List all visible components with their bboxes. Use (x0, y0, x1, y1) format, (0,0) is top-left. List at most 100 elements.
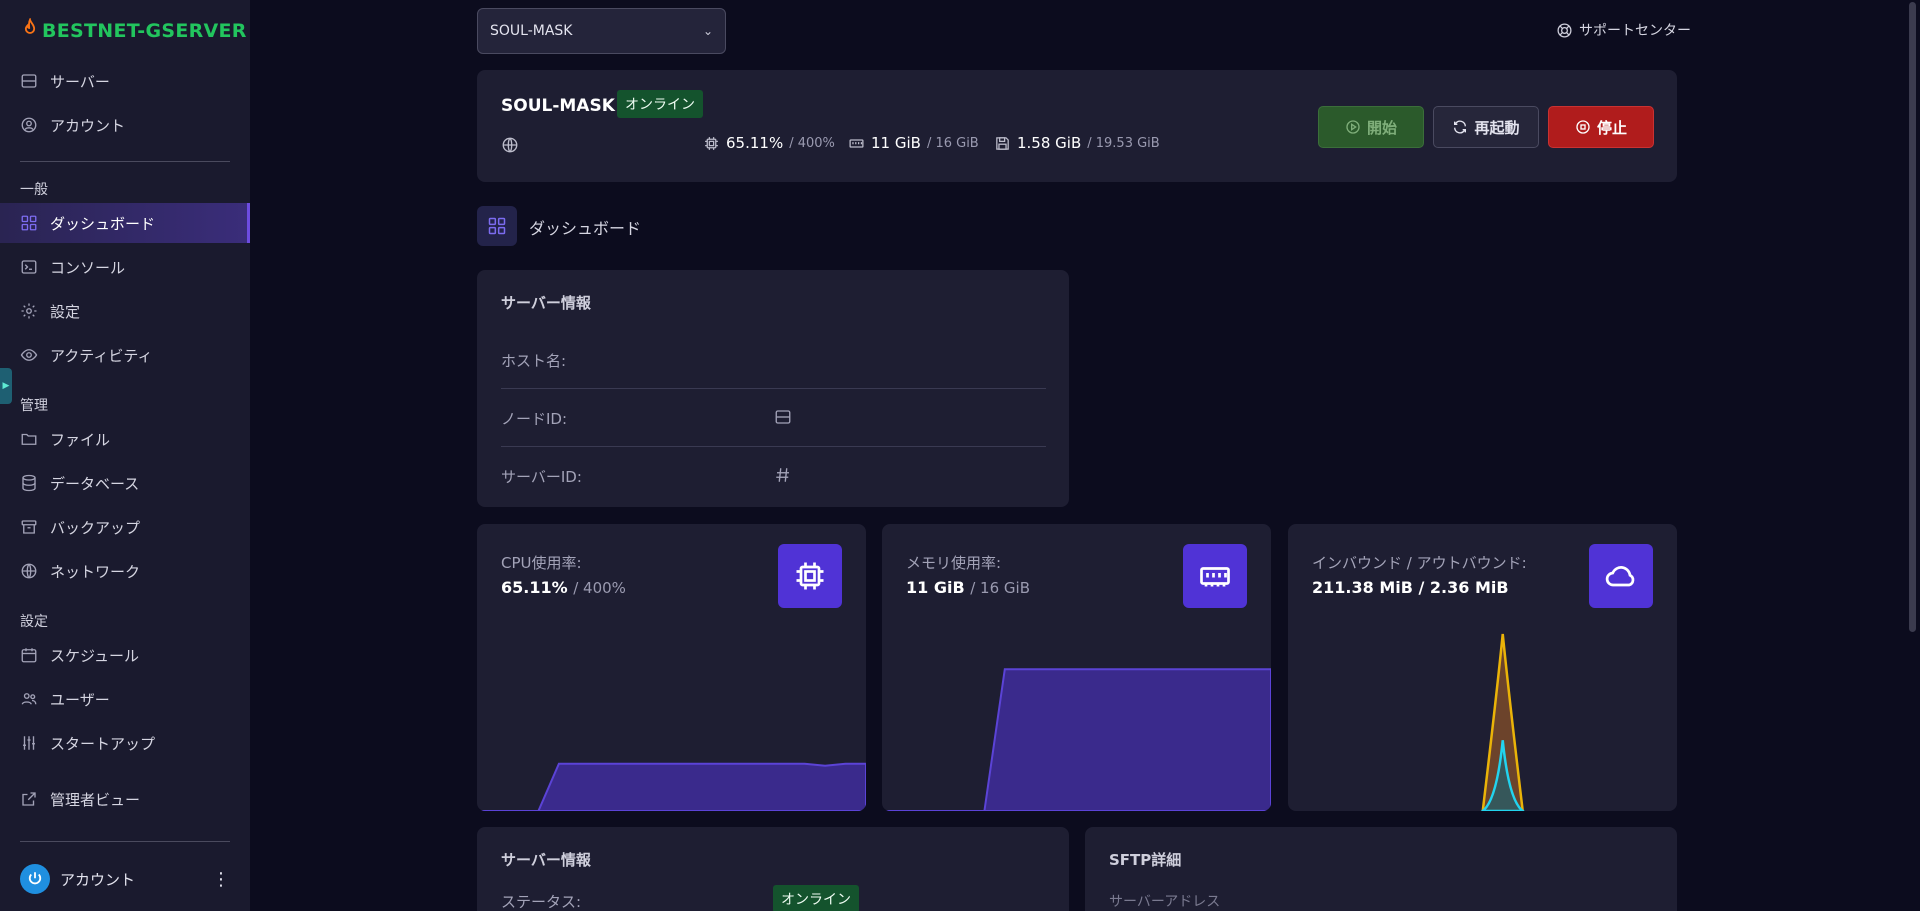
sidebar-item-label: アカウント (50, 116, 126, 135)
memory-metric-label: メモリ使用率: (906, 554, 1002, 572)
card-title: サーバー情報 (501, 851, 591, 869)
sidebar-item-network[interactable]: ネットワーク (0, 551, 250, 591)
memory-usage-chart (882, 668, 1271, 811)
sidebar-item-label: コンソール (50, 258, 126, 277)
cpu-metric-value: 65.11% / 400% (501, 578, 626, 597)
server-select-value: SOUL-MASK (490, 23, 573, 39)
start-label: 開始 (1366, 118, 1397, 137)
sidebar-item-dashboard[interactable]: ダッシュボード (0, 203, 250, 243)
sidebar-item-console[interactable]: コンソール (0, 247, 250, 287)
sidebar-item-label: ダッシュボード (50, 214, 156, 233)
sidebar-item-admin-view[interactable]: 管理者ビュー (0, 779, 250, 819)
card-title: SFTP詳細 (1109, 851, 1182, 869)
chevron-right-icon: ▶ (2, 381, 10, 391)
stop-button[interactable]: 停止 (1548, 106, 1654, 148)
memory-metric-limit: / 16 GiB (970, 579, 1030, 597)
avatar (20, 864, 50, 894)
disk-stat: 1.58 GiB / 19.53 GiB (994, 134, 1160, 152)
network-metric-card: インバウンド / アウトバウンド: 211.38 MiB / 2.36 MiB (1288, 524, 1677, 811)
sidebar-item-settings[interactable]: 設定 (0, 291, 250, 331)
sidebar-item-label: ネットワーク (50, 562, 141, 581)
dashboard-grid-icon (477, 206, 517, 246)
cpu-value: 65.11% (726, 134, 784, 152)
cpu-metric-card: CPU使用率: 65.11% / 400% (477, 524, 866, 811)
restart-button[interactable]: 再起動 (1433, 106, 1539, 148)
sftp-card: SFTP詳細 サーバーアドレス (1085, 827, 1677, 911)
disk-value: 1.58 GiB (1017, 134, 1082, 152)
cpu-stat: 65.11% / 400% (703, 134, 835, 152)
section-manage: 管理 (20, 398, 48, 414)
status-badge: オンライン (617, 90, 703, 118)
memory-metric-number: 11 GiB (906, 578, 965, 597)
account-name: アカウント (60, 870, 136, 889)
grid-icon (21, 215, 37, 231)
folder-icon (21, 433, 37, 445)
memory-icon (1183, 544, 1247, 608)
divider (501, 388, 1046, 389)
cpu-usage-chart (477, 762, 866, 811)
cpu-metric-label: CPU使用率: (501, 554, 582, 572)
cloud-icon (1589, 544, 1653, 608)
sidebar-item-label: スケジュール (50, 646, 139, 665)
sidebar-item-label: アクティビティ (50, 346, 153, 365)
archive-icon (21, 520, 37, 534)
section-general: 一般 (20, 182, 48, 198)
server-info-card: サーバー情報 ホスト名: ノードID: サーバーID: (477, 270, 1069, 507)
status-badge: オンライン (773, 885, 859, 911)
terminal-icon (21, 260, 37, 274)
memory-stat: 11 GiB / 16 GiB (848, 134, 979, 152)
divider (501, 446, 1046, 447)
sidebar-collapse-handle[interactable]: ▶ (0, 368, 12, 404)
support-center-link[interactable]: サポートセンター (1556, 20, 1691, 40)
cpu-limit: / 400% (789, 135, 835, 151)
account-menu[interactable]: アカウント ⋮ (20, 862, 230, 896)
gear-icon (21, 303, 37, 319)
logo[interactable]: BESTNET-GSERVER (20, 17, 247, 43)
users-icon (21, 693, 37, 705)
sidebar-item-label: 設定 (50, 302, 81, 321)
sidebar-item-startup[interactable]: スタートアップ (0, 723, 250, 763)
server-select[interactable]: SOUL-MASK ⌄ (477, 8, 726, 54)
memory-area-series (882, 668, 1271, 811)
sftp-address-label: サーバーアドレス (1109, 894, 1221, 910)
eye-icon (20, 349, 38, 361)
sidebar-item-users[interactable]: ユーザー (0, 679, 250, 719)
external-link-icon (22, 792, 36, 806)
sidebar-item-backups[interactable]: バックアップ (0, 507, 250, 547)
server-icon (21, 74, 37, 88)
stop-circle-icon (1576, 120, 1590, 134)
card-title: サーバー情報 (501, 294, 591, 312)
cpu-icon (778, 544, 842, 608)
globe-icon (21, 563, 37, 579)
stop-label: 停止 (1596, 118, 1627, 137)
sidebar-item-label: サーバー (50, 72, 110, 91)
sidebar-item-databases[interactable]: データベース (0, 463, 250, 503)
memory-limit: / 16 GiB (926, 135, 979, 151)
sidebar-item-label: バックアップ (50, 518, 141, 537)
cpu-metric-limit: / 400% (573, 579, 626, 597)
server-name: SOUL-MASK (501, 96, 615, 116)
memory-value: 11 GiB (871, 134, 921, 152)
address-globe-icon (501, 136, 519, 158)
power-icon (28, 872, 42, 885)
logo-text: BESTNET-GSERVER (42, 19, 247, 42)
chevron-down-icon: ⌄ (702, 24, 713, 38)
sidebar-item-schedules[interactable]: スケジュール (0, 635, 250, 675)
sidebar-item-files[interactable]: ファイル (0, 419, 250, 459)
sidebar-item-account[interactable]: アカウント (0, 105, 250, 145)
sidebar-item-servers[interactable]: サーバー (0, 61, 250, 101)
hash-icon (774, 466, 792, 488)
network-metric-label: インバウンド / アウトバウンド: (1312, 554, 1527, 572)
sidebar-item-label: ファイル (50, 430, 111, 449)
divider (20, 161, 230, 162)
network-metric-value: 211.38 MiB / 2.36 MiB (1312, 578, 1509, 597)
page-scrollbar[interactable] (1909, 2, 1916, 632)
start-button[interactable]: 開始 (1318, 106, 1424, 148)
page-title: ダッシュボード (529, 219, 642, 238)
kebab-menu-icon[interactable]: ⋮ (212, 869, 230, 890)
sidebar-item-label: 管理者ビュー (50, 790, 141, 809)
calendar-icon (21, 648, 37, 663)
restart-label: 再起動 (1474, 118, 1520, 137)
save-icon (996, 136, 1009, 150)
sidebar-item-activity[interactable]: アクティビティ (0, 335, 250, 375)
